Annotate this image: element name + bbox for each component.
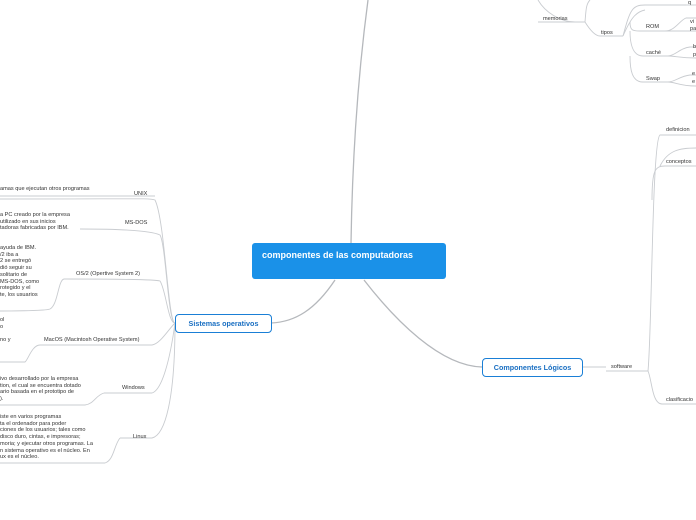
- subtopic-tipos[interactable]: tipos: [601, 30, 613, 36]
- subtopic-software[interactable]: software: [611, 364, 632, 370]
- note-msdos-line-2: utilizado en sus inicios: [0, 218, 56, 225]
- topic-sistemas-operativos[interactable]: Sistemas operativos: [175, 314, 272, 333]
- note-os2: ayuda de IBM. /2 iba a 2 se entregó dió …: [0, 245, 39, 299]
- central-topic-title: componentes de las computadoras: [262, 250, 414, 260]
- note-os2-line-8: te, los usuarios: [0, 291, 38, 298]
- note-linux-line-4: disco duro, cintas, e impresoras;: [0, 434, 81, 441]
- note-os2-line-1: ayuda de IBM.: [0, 245, 37, 251]
- note-os2-line-4: dió seguir su: [0, 265, 32, 272]
- note-unix-line: amas que ejecutan otros programas: [0, 186, 90, 192]
- note-rom-1: vi: [690, 19, 695, 25]
- subtopic-windows[interactable]: Windows: [122, 385, 145, 391]
- note-msdos-line-1: a PC creado por la empresa: [0, 212, 70, 218]
- note-linux-line-3: ciones de los usuarios; tales como: [0, 427, 86, 434]
- note-top: q: [688, 0, 692, 6]
- topic-componentes-logicos[interactable]: Componentes Lógicos: [482, 358, 583, 377]
- mind-map-canvas: componentes de las computadoras Sistemas…: [0, 0, 696, 520]
- note-os2-line-2: /2 iba a: [0, 251, 19, 258]
- subtopic-os2[interactable]: OS/2 (Opertive System 2): [76, 271, 140, 277]
- note-windows-line-3: ario basada en el prototipo de: [0, 389, 75, 396]
- note-macos-line-3: [0, 330, 11, 337]
- note-macos: ol o no y: [0, 317, 11, 344]
- note-windows-line-2: tion, el cual se encuentra dotado: [0, 382, 81, 389]
- note-windows-line-1: ivo desarrollado por la empresa: [0, 376, 79, 382]
- subtopic-linux[interactable]: Linux: [133, 434, 146, 440]
- note-swap-2: e: [692, 79, 696, 85]
- subtopic-macos[interactable]: MacOS (Macintosh Operative System): [44, 337, 139, 343]
- note-linux-line-1: iste en varios programas: [0, 414, 62, 420]
- subtopic-memorias[interactable]: memorias: [543, 16, 568, 22]
- note-macos-line-2: o: [0, 323, 4, 330]
- note-msdos-line-3: tadoras fabricadas por IBM.: [0, 225, 69, 232]
- note-os2-line-7: rotegido y el: [0, 285, 31, 292]
- subtopic-clasificacion[interactable]: clasificacio: [666, 397, 693, 403]
- note-os2-line-6: MS-DOS, como: [0, 278, 40, 285]
- topic-sistemas-operativos-label: Sistemas operativos: [188, 319, 259, 328]
- note-msdos: a PC creado por la empresa utilizado en …: [0, 212, 70, 232]
- subtopic-msdos[interactable]: MS-DOS: [125, 220, 147, 226]
- subtopic-swap[interactable]: Swap: [646, 76, 660, 82]
- subtopic-definicion[interactable]: definicion: [666, 127, 690, 133]
- topic-componentes-logicos-label: Componentes Lógicos: [493, 363, 572, 372]
- note-windows: ivo desarrollado por la empresa tion, el…: [0, 376, 81, 403]
- note-linux: iste en varios programas ta el ordenador…: [0, 414, 93, 461]
- subtopic-unix[interactable]: UNIX: [134, 191, 147, 197]
- note-macos-line-4: no y: [0, 337, 11, 344]
- subtopic-rom[interactable]: ROM: [646, 24, 659, 30]
- note-macos-line-1: ol: [0, 317, 5, 323]
- note-linux-line-7: ux es el núcleo.: [0, 454, 39, 461]
- note-linux-line-6: n sistema operativo es el núcleo. En: [0, 447, 90, 454]
- note-swap-1: e: [692, 71, 696, 77]
- note-os2-line-3: 2 se entregó: [0, 258, 32, 265]
- subtopic-cache[interactable]: caché: [646, 50, 661, 56]
- note-os2-line-5: solitario de: [0, 271, 28, 278]
- note-linux-line-2: ta el ordenador para poder: [0, 420, 67, 427]
- note-unix: amas que ejecutan otros programas: [0, 186, 90, 193]
- note-linux-line-5: moria; y ejecutar otros programas. La: [0, 440, 93, 447]
- central-topic[interactable]: componentes de las computadoras: [252, 243, 446, 279]
- subtopic-conceptos[interactable]: conceptos: [666, 159, 692, 165]
- note-rom-2: pa: [690, 26, 696, 32]
- note-windows-line-4: ).: [0, 396, 4, 403]
